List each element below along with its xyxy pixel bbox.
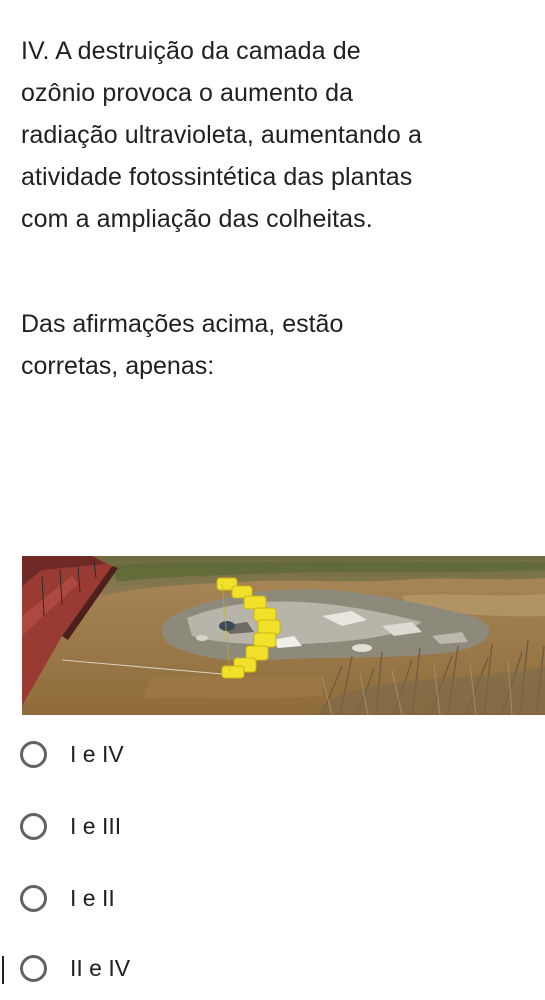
option-i-e-ii[interactable]: I e II	[20, 874, 115, 922]
statement-line: com a ampliação das colheitas.	[21, 205, 373, 233]
option-ii-e-iv[interactable]: II e IV	[20, 944, 130, 992]
radio-button-icon[interactable]	[20, 954, 47, 982]
prompt-line: Das afirmações acima, estão	[21, 310, 344, 338]
option-i-e-iii[interactable]: I e III	[20, 802, 121, 850]
statement-line: radiação ultravioleta, aumentando a	[21, 121, 422, 149]
option-label: I e IV	[70, 740, 124, 767]
statement-line: atividade fotossintética das plantas	[21, 163, 413, 191]
radio-button-icon[interactable]	[20, 740, 47, 768]
statement-line: ozônio provoca o aumento da	[21, 79, 354, 107]
prompt-line: corretas, apenas:	[21, 352, 215, 380]
radio-button-icon[interactable]	[20, 884, 47, 912]
option-label: I e II	[70, 884, 115, 911]
radio-button-icon[interactable]	[20, 812, 47, 840]
question-prompt: Das afirmações acima, estão corretas, ap…	[21, 303, 531, 387]
river-pollution-photo	[22, 556, 545, 715]
option-label: II e IV	[70, 954, 131, 981]
statement-line: IV. A destruição da camada de	[21, 37, 361, 65]
statement-iv: IV. A destruição da camada de ozônio pro…	[21, 30, 531, 240]
option-label: I e III	[70, 812, 122, 839]
edge-divider	[2, 956, 4, 984]
option-i-e-iv[interactable]: I e IV	[20, 730, 124, 778]
